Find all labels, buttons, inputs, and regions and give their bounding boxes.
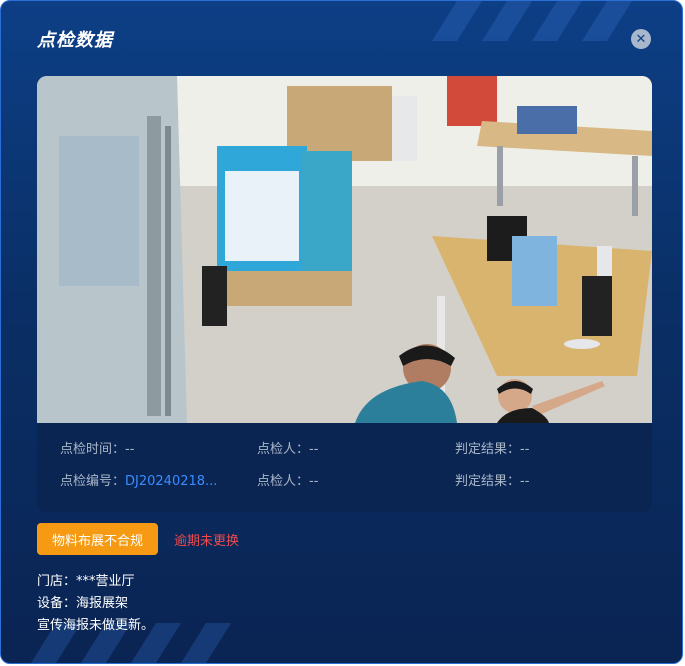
store-line: 门店：***营业厅 [37, 574, 135, 589]
info-label: 判定结果： [455, 474, 521, 489]
info-cell-result: 判定结果：-- [455, 438, 529, 457]
info-row-1: 点检时间：-- 点检人：-- 判定结果：-- [37, 438, 652, 458]
decor-stripes [432, 1, 632, 41]
camera-snapshot-image [37, 76, 652, 423]
info-row-2: 点检编号：DJ20240218... 点检人：-- 判定结果：-- [37, 470, 652, 490]
close-icon[interactable]: ✕ [631, 29, 651, 49]
info-label: 判定结果： [455, 442, 521, 457]
device-line: 设备：海报展架 [37, 596, 129, 611]
info-label: 点检编号： [60, 474, 126, 489]
info-cell-number: 点检编号：DJ20240218... [60, 470, 217, 489]
violation-tag: 物料布展不合规 [37, 523, 158, 555]
info-value: -- [309, 474, 319, 489]
info-value: -- [309, 442, 319, 457]
inspection-dialog: 点检数据 ✕ 点检时间：-- 点检人：-- 判定结果：-- 点检编号：DJ202… [0, 0, 683, 664]
info-cell-inspector: 点检人：-- [257, 438, 318, 457]
info-cell-inspector-2: 点检人：-- [257, 470, 318, 489]
info-value: -- [520, 442, 530, 457]
info-cell-result-2: 判定结果：-- [455, 470, 529, 489]
info-value: -- [520, 474, 530, 489]
overdue-label: 逾期未更换 [174, 534, 240, 549]
info-label: 点检时间： [60, 442, 126, 457]
info-label: 点检人： [257, 442, 310, 457]
dialog-title: 点检数据 [37, 30, 113, 51]
info-value: -- [125, 442, 135, 457]
inspection-card: 点检时间：-- 点检人：-- 判定结果：-- 点检编号：DJ20240218..… [37, 76, 652, 512]
info-cell-time: 点检时间：-- [60, 438, 134, 457]
note-line: 宣传海报未做更新。 [37, 618, 155, 633]
info-label: 点检人： [257, 474, 310, 489]
inspection-number-link[interactable]: DJ20240218... [125, 474, 217, 489]
